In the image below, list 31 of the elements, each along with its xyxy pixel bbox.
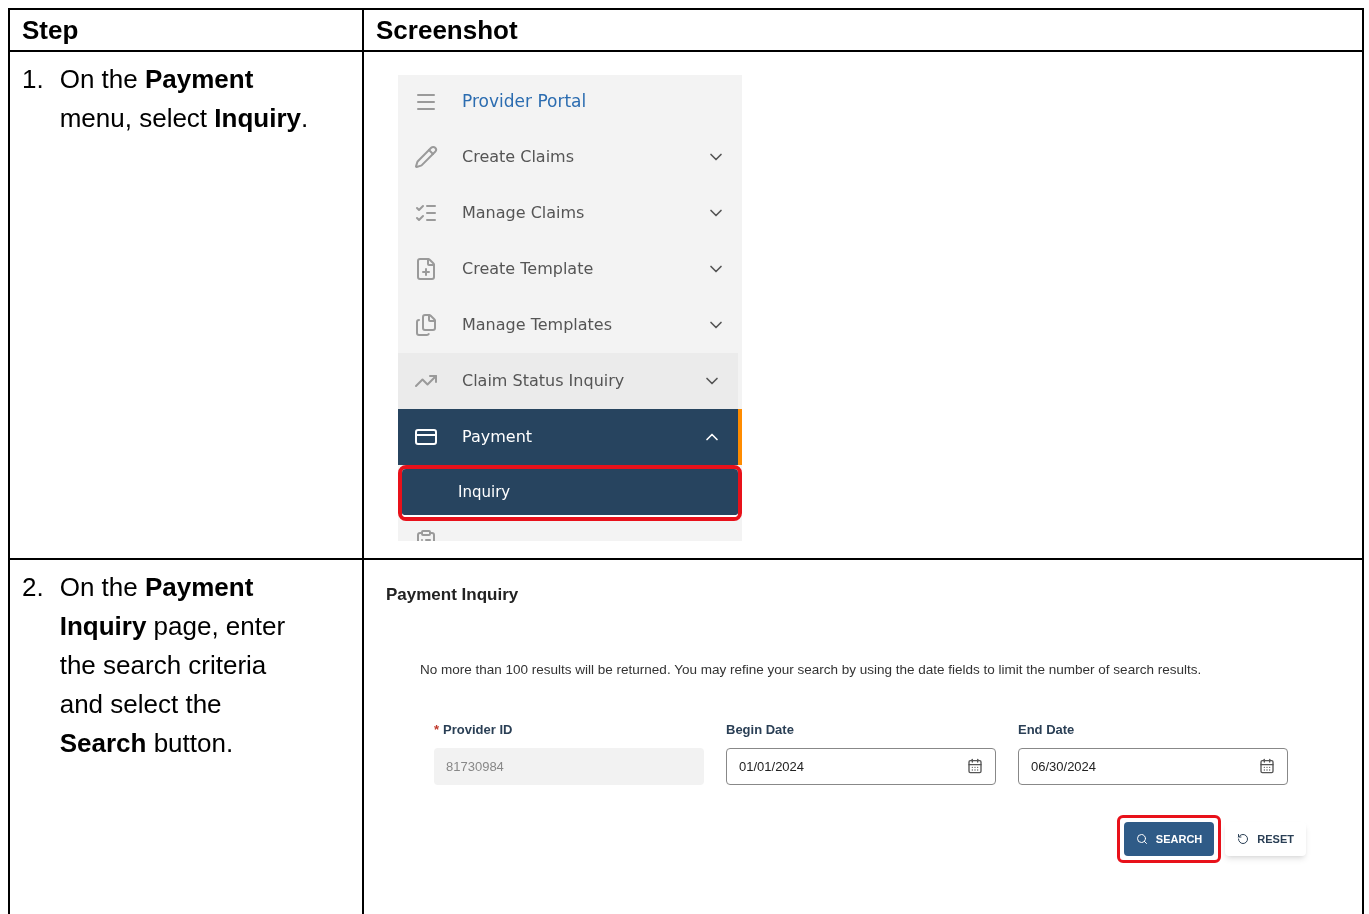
field-label: End Date xyxy=(1018,720,1075,736)
date-field[interactable]: 06/30/2024 xyxy=(1018,747,1288,785)
date-field[interactable]: 01/01/2024 xyxy=(726,747,996,785)
menu-item[interactable]: Manage Templates xyxy=(398,297,742,353)
step-number: 1. xyxy=(22,63,44,96)
step-number: 2. xyxy=(22,571,44,604)
field-label: Begin Date xyxy=(726,720,794,736)
menu-item[interactable]: Create Claims xyxy=(398,129,742,185)
reset-button[interactable]: RESET xyxy=(1225,821,1306,856)
menu-item[interactable]: Create Template xyxy=(398,241,742,297)
menu-item[interactable]: Payment xyxy=(398,409,742,465)
files-icon xyxy=(414,313,438,337)
column-header: Step xyxy=(10,10,364,52)
submenu-item[interactable]: Inquiry xyxy=(402,469,738,517)
required-asterisk: * xyxy=(434,720,440,736)
search-button[interactable]: SEARCH xyxy=(1123,821,1215,856)
reset-icon xyxy=(1237,832,1250,845)
menu-item[interactable]: Claim Status Inquiry xyxy=(398,353,738,409)
step-text: On the Payment Inquiry page, enter the search criteria and select the Search button. xyxy=(59,571,287,760)
portal-title: Provider Portal xyxy=(462,90,587,114)
info-text: No more than 100 results will be returned. You may refine your search by using the date fields to limit the number of search results. xyxy=(420,660,1202,679)
column-header: Screenshot xyxy=(364,10,1364,52)
pencil-icon xyxy=(414,145,438,169)
field-label: Provider ID xyxy=(443,720,513,736)
page-title: Payment Inquiry xyxy=(386,584,519,606)
file-plus-icon xyxy=(414,257,438,281)
calendar-icon[interactable] xyxy=(1259,758,1275,775)
step-text: On the Payment menu, select Inquiry. xyxy=(59,63,310,135)
calendar-icon[interactable] xyxy=(967,758,983,775)
menu-item[interactable]: Manage Claims xyxy=(398,185,742,241)
search-icon xyxy=(1135,832,1148,845)
